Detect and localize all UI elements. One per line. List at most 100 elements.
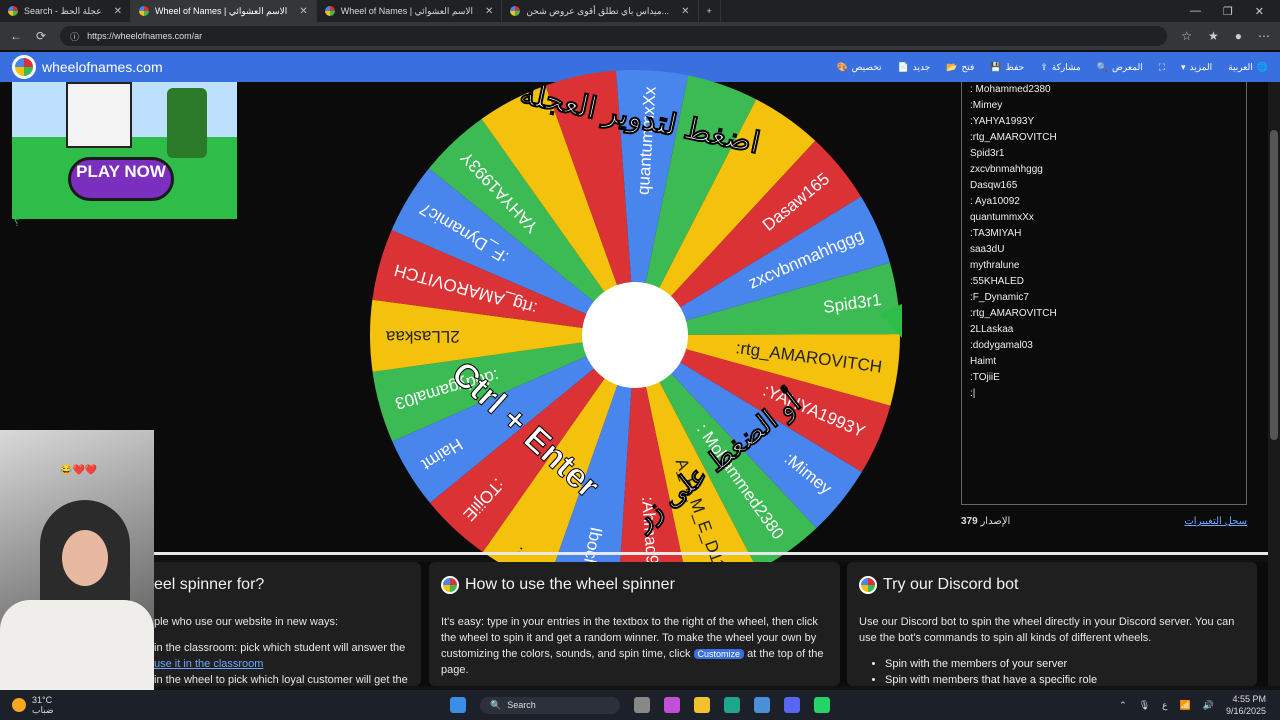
scrollbar-thumb[interactable]	[1270, 130, 1278, 440]
shirt	[0, 600, 154, 690]
site-info-icon[interactable]: ⓘ	[70, 30, 79, 43]
nav-more[interactable]: المزيد ▾	[1181, 62, 1212, 73]
wheel-segment-label: 2LLaskaa	[385, 327, 459, 346]
address-bar: ← ⟳ ⓘ https://wheelofnames.com/ar ☆ ★ ● …	[0, 22, 1280, 50]
entry-item: :F_Dynamic7	[970, 292, 1029, 303]
changelog-link[interactable]: سجل التغييرات	[1184, 516, 1247, 527]
tab-1[interactable]: Wheel of Names | الاسم العشوائي ✕	[131, 0, 317, 22]
taskbar-search[interactable]: 🔍 Search	[480, 696, 620, 714]
search-icon: 🔍	[1096, 61, 1109, 72]
nav-open[interactable]: فتح 📂	[946, 62, 974, 73]
tab-3[interactable]: ميداس باي تطلق أقوى عروض شحن... ✕	[502, 0, 699, 22]
wheel-logo-icon	[12, 55, 36, 79]
entry-item: 2LLaskaa	[970, 324, 1014, 335]
section-divider	[154, 552, 1268, 555]
wifi-icon[interactable]: 📶	[1180, 700, 1191, 711]
nav-label: المعرض	[1112, 61, 1143, 72]
entry-item: :rtg_AMAROVITCH	[970, 308, 1057, 319]
reload-icon[interactable]: ⟳	[36, 29, 46, 43]
maximize-icon[interactable]: ❐	[1223, 5, 1233, 18]
entry-item: :TOjiiE	[970, 372, 1000, 383]
entry-item: :YAHYA1993Y	[970, 116, 1035, 127]
nav-share[interactable]: مشاركة ⇪	[1040, 62, 1081, 73]
more-icon[interactable]: ⋯	[1258, 29, 1270, 43]
customize-pill-button[interactable]: Customize	[693, 649, 745, 659]
clock[interactable]: 4:55 PM 9/16/2025	[1226, 693, 1266, 717]
nav-label: العربية	[1228, 61, 1253, 72]
search-label: Search	[507, 700, 536, 710]
system-tray: ⌃ 🎙 ع 📶 🔊 4:55 PM 9/16/2025	[1119, 693, 1280, 717]
nav-new[interactable]: جديد 📄	[898, 62, 931, 73]
browser-tab-bar: Search - عجلة الحظ ✕ Wheel of Names | الا…	[0, 0, 1280, 22]
entry-item: :TA3MIYAH	[970, 228, 1022, 239]
card-title: Try our Discord bot	[859, 576, 1245, 594]
ad-banner[interactable]: PLAY NOW	[12, 82, 237, 219]
new-tab-button[interactable]: +	[699, 0, 721, 22]
nav-label: فتح	[961, 61, 975, 72]
plus-icon: +	[706, 6, 712, 16]
card-title: eel spinner for?	[154, 576, 265, 593]
search-icon: 🔍	[490, 699, 502, 710]
nav-fullscreen[interactable]: ⛶	[1159, 62, 1165, 73]
star-icon[interactable]: ☆	[1181, 29, 1192, 43]
close-icon[interactable]: ✕	[299, 6, 307, 17]
discord-icon[interactable]	[784, 697, 800, 713]
card-body: It's easy: type in your entries in the t…	[441, 614, 828, 678]
entries-textarea[interactable]: : Mohammed2380:Mimey:YAHYA1993Y:rtg_AMAR…	[961, 82, 1247, 505]
tab-label: ميداس باي تطلق أقوى عروض شحن...	[526, 5, 670, 16]
card-how-to: How to use the wheel spinner It's easy: …	[429, 562, 840, 686]
webcam-overlay: 😂❤️❤️	[0, 430, 154, 690]
close-icon[interactable]: ✕	[681, 6, 689, 17]
language-indicator[interactable]: ع	[1162, 700, 1167, 711]
volume-icon[interactable]: 🔊	[1203, 700, 1214, 711]
profile-icon[interactable]: ●	[1235, 29, 1242, 43]
minimize-icon[interactable]: —	[1190, 5, 1201, 18]
version-label: الإصدار	[980, 516, 1011, 527]
copilot-icon[interactable]	[664, 697, 680, 713]
chevron-up-icon[interactable]: ⌃	[1119, 700, 1127, 711]
url-field[interactable]: ⓘ https://wheelofnames.com/ar	[60, 26, 1168, 46]
close-window-icon[interactable]: ✕	[1255, 5, 1264, 18]
taskbar-apps: 🔍 Search	[450, 696, 830, 714]
tab-2[interactable]: Wheel of Names | الاسم العشوائي ✕	[317, 0, 503, 22]
page-scrollbar[interactable]	[1268, 82, 1280, 686]
window-controls: — ❐ ✕	[1190, 5, 1280, 18]
nav-gallery[interactable]: المعرض 🔍	[1097, 62, 1143, 73]
nav-save[interactable]: حفظ 💾	[990, 62, 1024, 73]
entry-item: Spid3r1	[970, 148, 1005, 159]
back-icon[interactable]: ←	[10, 29, 22, 43]
bullet-item: Spin with the members of your server	[885, 656, 1245, 672]
edge-icon[interactable]	[724, 697, 740, 713]
nav-label: حفظ	[1005, 61, 1025, 72]
tab-0[interactable]: Search - عجلة الحظ ✕	[0, 0, 131, 22]
wheel-center[interactable]	[582, 282, 688, 388]
info-cards: eel spinner for? ple who use our website…	[0, 562, 1268, 686]
site-logo[interactable]: wheelofnames.com	[12, 55, 163, 79]
card-uses: eel spinner for? ple who use our website…	[142, 562, 421, 686]
nav-label: المزيد	[1189, 61, 1213, 72]
card-body: Use our Discord bot to spin the wheel di…	[859, 616, 1235, 644]
ad-play-button[interactable]: PLAY NOW	[68, 157, 174, 201]
nav-label: جديد	[912, 61, 931, 72]
wheel-logo-icon	[441, 576, 459, 594]
classroom-link[interactable]: use it in the classroom	[154, 658, 263, 670]
weather-widget[interactable]: 31°C ضباب	[0, 695, 300, 716]
wheel[interactable]: Spid3r1:rtg_AMAROVITCH:YAHYA1993Y:Mimey:…	[368, 68, 902, 602]
windows-start-icon[interactable]	[450, 697, 466, 713]
close-icon[interactable]: ✕	[114, 6, 122, 17]
store-icon[interactable]	[754, 697, 770, 713]
webcam-emoji: 😂❤️❤️	[60, 465, 98, 476]
whatsapp-icon[interactable]	[814, 697, 830, 713]
card-line: in the wheel to pick which loyal custome…	[154, 674, 408, 686]
nav-language[interactable]: 🌐 العربية	[1228, 62, 1268, 73]
sun-icon	[12, 698, 26, 712]
card-title-text: Try our Discord bot	[883, 576, 1019, 593]
file-explorer-icon[interactable]	[694, 697, 710, 713]
favorites-icon[interactable]: ★	[1208, 29, 1219, 43]
card-title-text: How to use the wheel spinner	[465, 576, 675, 593]
close-icon[interactable]: ✕	[485, 6, 493, 17]
task-view-icon[interactable]	[634, 697, 650, 713]
wheel-svg[interactable]: Spid3r1:rtg_AMAROVITCH:YAHYA1993Y:Mimey:…	[368, 68, 902, 602]
mic-icon[interactable]: 🎙	[1139, 700, 1150, 711]
favicon-icon	[324, 6, 335, 16]
